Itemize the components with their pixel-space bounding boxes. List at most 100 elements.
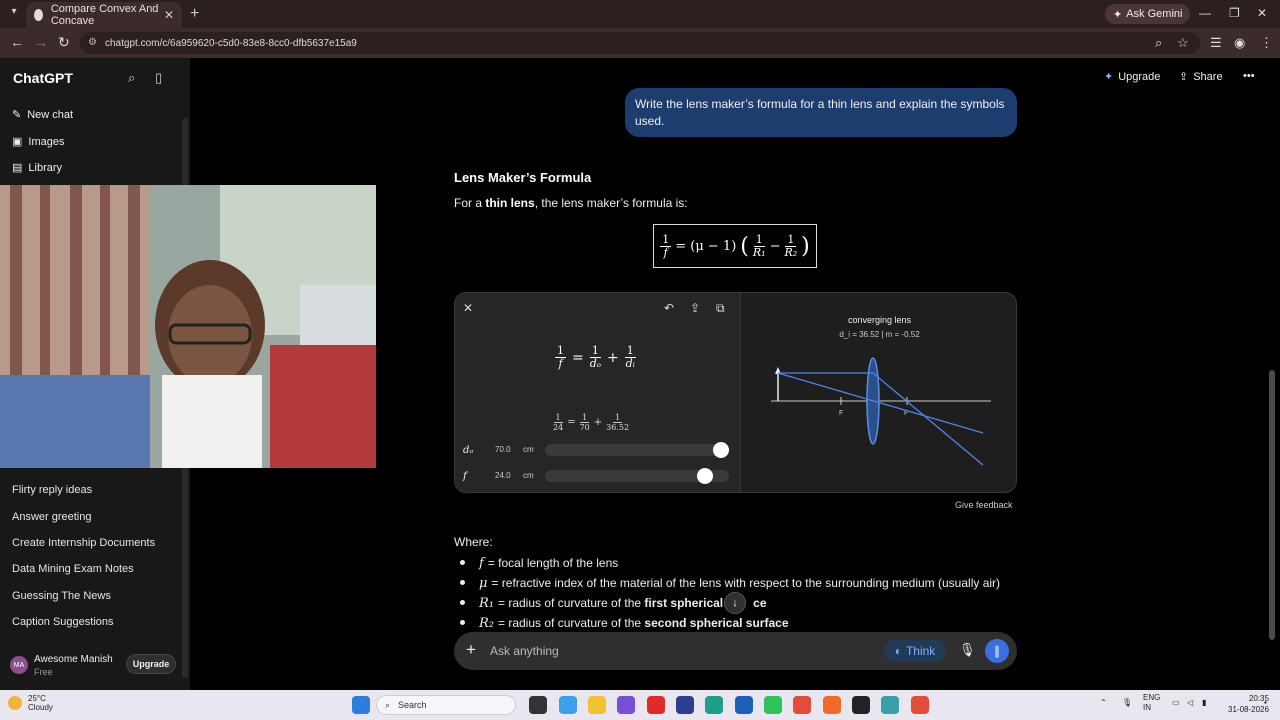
tray-overflow-icon[interactable]: ⌃ [1100,698,1107,707]
slider-thumb[interactable] [713,442,729,458]
symbol-definition: R₂ = radius of curvature of the second s… [460,616,789,631]
browser-menu-icon[interactable]: ⋮ [1260,35,1273,51]
chat-history-item[interactable]: Flirty reply ideas [12,484,92,496]
sidebar-toggle-icon[interactable]: ▯ [155,70,162,86]
gemini-sparkle-icon: ✦ [1113,8,1123,21]
chatgpt-logo-text[interactable]: ChatGPT [13,70,73,86]
message-composer: + ◐ Think 🎙 ∥ [454,632,1017,670]
close-tab-icon[interactable]: ✕ [164,8,174,22]
webcam-video-frame [0,185,376,468]
tab-title: Compare Convex And Concave [50,3,159,27]
focal-length-slider[interactable] [545,468,729,484]
mic-tray-icon[interactable]: 🎙 [1122,698,1132,707]
slider-thumb[interactable] [697,468,714,484]
minimize-icon[interactable]: — [1199,6,1211,20]
user-message: Write the lens maker’s formula for a thi… [625,88,1017,137]
lens-maker-formula: 1f = (μ − 1) ( 1 R₁ − 1 R₂ ) [653,224,817,268]
tab-list-icon[interactable]: ▾ [6,6,22,22]
sidebar-item-images[interactable]: ▣ Images [12,135,64,149]
notification-icon[interactable]: ▪ [1264,698,1267,707]
ask-gemini-button[interactable]: ✦ Ask Gemini [1105,4,1191,24]
formula-r1-term: 1 R₁ [752,232,766,259]
chatgpt-app-icon[interactable] [852,696,870,714]
chrome-active-icon[interactable] [911,696,929,714]
images-icon: ▣ [12,136,23,148]
share-button[interactable]: ⇪ Share [1179,70,1223,84]
lens-simulator-widget: ✕ ↶ ⇪ ⧉ 1f = 1 dₒ + 1 dᵢ 1 24 = 1 70 + 1 36.5… [454,292,1017,493]
site-info-icon[interactable]: ⚙ [88,37,97,48]
back-icon[interactable]: ← [10,34,24,50]
edge-dev-icon[interactable] [881,696,899,714]
substituted-equation: 1 24 = 1 70 + 1 36.52 [553,413,630,432]
brave-icon[interactable] [823,696,841,714]
chrome-icon[interactable] [793,696,811,714]
sidebar-upgrade-button[interactable]: Upgrade [126,654,176,674]
lens-diagram-panel: converging lens d_i = 36.52 | m = -0.52 … [741,293,1016,492]
attach-plus-icon[interactable]: + [466,640,476,660]
think-button[interactable]: ◐ Think [884,640,946,662]
bullet-icon [460,560,465,565]
sidebar-item-new-chat[interactable]: ✎ New chat [12,108,73,122]
profile-icon[interactable]: ◉ [1234,35,1245,51]
battery-icon[interactable]: ▮ [1202,698,1206,707]
youtube-icon[interactable] [647,696,665,714]
task-view-icon[interactable] [529,696,547,714]
object-distance-slider[interactable] [545,442,729,458]
edge-icon[interactable] [705,696,723,714]
browser-tab[interactable]: Compare Convex And Concave ✕ [26,2,182,28]
restore-icon[interactable]: ❐ [1229,6,1240,20]
bookmark-star-icon[interactable]: ☆ [1177,35,1189,51]
where-label: Where: [454,535,493,549]
object-distance-value: 70.0 [495,445,511,454]
close-icon[interactable]: ✕ [463,301,473,315]
chat-history-item[interactable]: Answer greeting [12,511,92,523]
main-scrollbar[interactable] [1269,370,1275,640]
symbol-definition: μ = refractive index of the material of … [460,576,1000,591]
reading-list-icon[interactable]: ☰ [1210,35,1222,51]
game-app-icon[interactable] [676,696,694,714]
file-explorer-icon[interactable] [588,696,606,714]
reload-icon[interactable]: ↻ [58,34,70,51]
language-indicator[interactable]: ENG IN [1143,693,1160,713]
whatsapp-icon[interactable] [764,696,782,714]
chat-history-item[interactable]: Data Mining Exam Notes [12,563,134,575]
weather-widget[interactable]: 25°C Cloudy [8,694,53,712]
search-icon[interactable]: ⌕ [128,70,135,86]
chat-history-item[interactable]: Create Internship Documents [12,537,155,549]
zoom-icon[interactable]: ⌕ [1155,35,1162,51]
lightbulb-icon: ◐ [894,644,902,658]
ask-anything-input[interactable] [490,641,870,661]
voice-mode-button[interactable]: ∥ [985,639,1009,663]
store-icon[interactable] [735,696,753,714]
volume-icon[interactable]: ◁ [1187,698,1193,707]
microphone-icon[interactable]: 🎙 [959,642,976,658]
focal-length-value: 24.0 [495,471,511,480]
chat-history-item[interactable]: Guessing The News [12,590,111,602]
chat-history-item[interactable]: Caption Suggestions [12,616,114,628]
taskbar-clock[interactable]: 20:35 31-08-2026 [1228,693,1269,715]
vpn-app-icon[interactable] [617,696,635,714]
new-tab-icon[interactable]: + [190,5,199,23]
account-plan: Free [34,667,53,677]
formula-r2-term: 1 R₂ [784,232,798,259]
copy-icon[interactable]: ⧉ [716,301,725,316]
give-feedback-link[interactable]: Give feedback [955,500,1013,510]
undo-icon[interactable]: ↶ [664,301,674,315]
chatgpt-favicon-icon [34,9,43,21]
sidebar-item-library[interactable]: ▤ Library [12,161,62,175]
export-icon[interactable]: ⇪ [690,301,700,315]
weather-icon [8,696,22,710]
header-upgrade-button[interactable]: ✦ Upgrade [1104,70,1160,84]
copilot-icon[interactable] [559,696,577,714]
conversation-menu-icon[interactable]: ••• [1243,70,1255,82]
url-field[interactable]: ⚙ chatgpt.com/c/6a959620-c5d0-83e8-8cc0-… [80,32,1200,54]
network-icon[interactable]: ▭ [1172,698,1180,707]
scroll-to-bottom-button[interactable]: ↓ [724,592,746,614]
windows-start-icon[interactable] [352,696,370,714]
library-icon: ▤ [12,162,23,174]
forward-icon[interactable]: → [34,34,48,50]
account-menu[interactable]: MA Awesome Manish Free Upgrade [0,648,190,692]
address-bar-row: ← → ↻ ⚙ chatgpt.com/c/6a959620-c5d0-83e8… [0,28,1280,58]
taskbar-search[interactable]: ⌕ Search [376,695,516,715]
close-window-icon[interactable]: ✕ [1257,6,1267,20]
